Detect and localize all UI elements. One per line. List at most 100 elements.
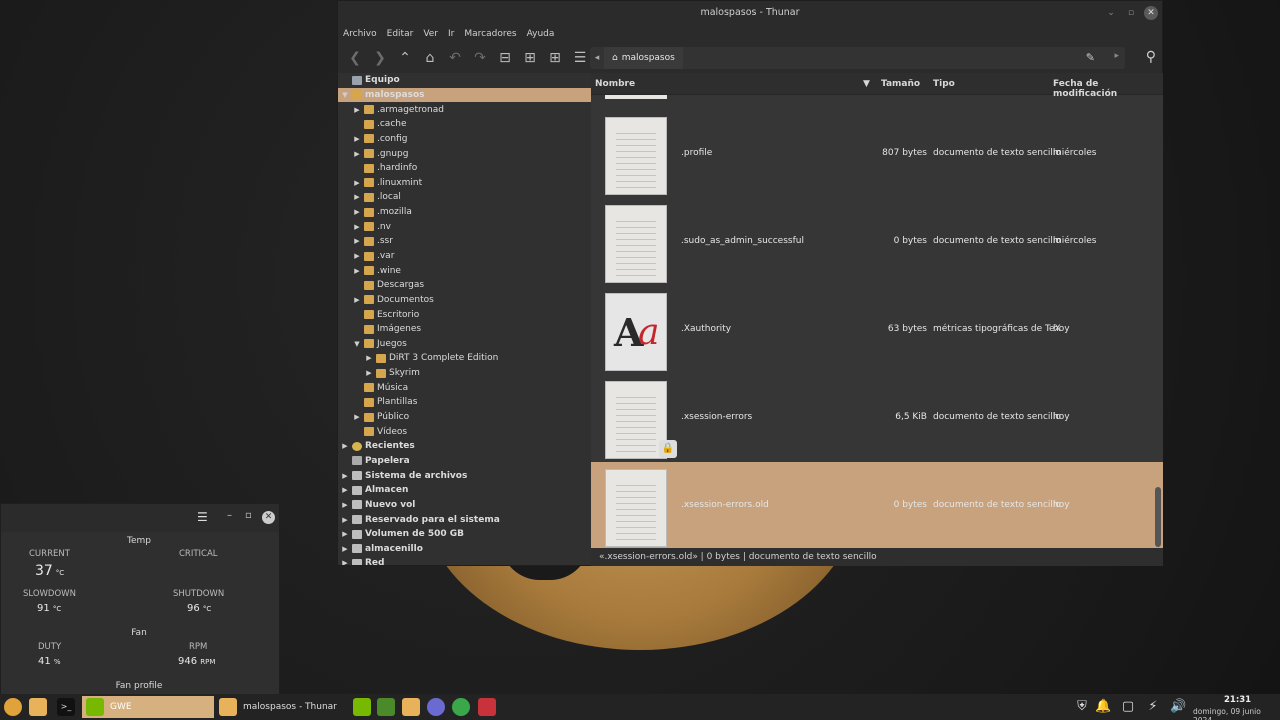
sidebar-item[interactable]: ▶ Público <box>338 410 591 425</box>
path-scroll-right[interactable]: ▸ <box>1114 51 1119 61</box>
sidebar-item[interactable]: ▶ .nv <box>338 219 591 234</box>
menu-ir[interactable]: Ir <box>448 29 454 39</box>
path-crumb-home[interactable]: ⌂ malospasos <box>604 47 683 69</box>
expander-icon[interactable]: ▶ <box>352 179 362 187</box>
search-icon[interactable]: ⚲ <box>1146 49 1156 65</box>
files-launcher[interactable] <box>29 696 47 718</box>
sidebar-item[interactable]: ▶ .mozilla <box>338 205 591 220</box>
gwe-close-button[interactable]: ✕ <box>262 511 275 524</box>
file-row[interactable]: Aa .Xauthority 63 bytes métricas tipográfic… <box>591 286 1163 374</box>
sidebar-item[interactable]: ▼ Juegos <box>338 337 591 352</box>
expander-icon[interactable]: ▶ <box>340 472 350 480</box>
expander-icon[interactable]: ▶ <box>364 354 374 362</box>
sidebar-item[interactable]: ▼ malospasos <box>338 87 591 103</box>
launcher-recorder[interactable] <box>478 696 496 718</box>
sidebar-item[interactable]: ▶ .config <box>338 132 591 147</box>
menu-editar[interactable]: Editar <box>387 29 414 39</box>
expander-icon[interactable]: ▶ <box>352 106 362 114</box>
expander-icon[interactable]: ▶ <box>340 545 350 553</box>
file-row[interactable]: .xsession-errors.old 0 bytes documento de … <box>591 462 1163 548</box>
redo-button[interactable]: ↷ <box>469 47 491 69</box>
launcher-files[interactable] <box>402 696 420 718</box>
sidebar-item[interactable]: ▶ Documentos <box>338 293 591 308</box>
icon-view-button[interactable]: ⊞ <box>544 47 566 69</box>
expander-icon[interactable]: ▶ <box>352 150 362 158</box>
sidebar-item[interactable]: ▶ .linuxmint <box>338 175 591 190</box>
clock-time[interactable]: 21:31 <box>1224 695 1251 705</box>
sidebar-item[interactable]: ▶ .armagetronad <box>338 102 591 117</box>
column-name[interactable]: Nombre <box>595 79 635 89</box>
sidebar-item[interactable]: ▶ DiRT 3 Complete Edition <box>338 351 591 366</box>
expander-icon[interactable]: ▶ <box>340 559 350 565</box>
file-row[interactable]: .sudo_as_admin_successful 0 bytes document… <box>591 198 1163 286</box>
sidebar-item[interactable]: ▶ Skyrim <box>338 366 591 381</box>
sidebar-item[interactable]: ▶ Red <box>338 556 591 565</box>
close-button[interactable]: ✕ <box>1144 6 1158 20</box>
zoom-in-button[interactable]: ⊞ <box>519 47 541 69</box>
gwe-maximize-button[interactable]: ▫ <box>245 510 252 521</box>
forward-button[interactable]: ❯ <box>369 47 391 69</box>
column-size[interactable]: Tamaño <box>881 79 920 89</box>
zoom-out-button[interactable]: ⊟ <box>494 47 516 69</box>
sidebar-item[interactable]: Descargas <box>338 278 591 293</box>
taskbar-window-thunar[interactable]: malospasos - Thunar <box>215 696 347 718</box>
back-button[interactable]: ❮ <box>344 47 366 69</box>
taskbar-window-gwe[interactable]: GWE <box>82 696 214 718</box>
sidebar-item[interactable]: ▶ .local <box>338 190 591 205</box>
expander-icon[interactable]: ▶ <box>352 135 362 143</box>
expander-icon[interactable]: ▶ <box>340 442 350 450</box>
launcher-app[interactable] <box>427 696 445 718</box>
expander-icon[interactable]: ▶ <box>352 193 362 201</box>
expander-icon[interactable]: ▶ <box>364 369 374 377</box>
sidebar-item[interactable]: ▶ Sistema de archivos <box>338 468 591 483</box>
menu-launcher[interactable] <box>4 696 22 718</box>
expander-icon[interactable]: ▶ <box>340 486 350 494</box>
sidebar-item[interactable]: Papelera <box>338 454 591 469</box>
hamburger-menu-icon[interactable]: ☰ <box>197 510 208 524</box>
menu-archivo[interactable]: Archivo <box>343 29 377 39</box>
expander-icon[interactable]: ▼ <box>352 340 362 348</box>
file-row[interactable]: .profile 807 bytes documento de texto senc… <box>591 110 1163 198</box>
volume-icon[interactable]: 🔊 <box>1170 699 1186 715</box>
sidebar-item[interactable]: Equipo <box>338 73 591 88</box>
expander-icon[interactable]: ▶ <box>340 516 350 524</box>
column-type[interactable]: Tipo <box>933 79 955 89</box>
expander-icon[interactable]: ▶ <box>352 237 362 245</box>
sidebar-item[interactable]: ▶ almacenillo <box>338 542 591 557</box>
power-icon[interactable]: ⚡ <box>1145 699 1161 715</box>
sidebar-item[interactable]: ▶ .wine <box>338 263 591 278</box>
expander-icon[interactable]: ▶ <box>340 501 350 509</box>
sidebar-item[interactable]: ▶ .ssr <box>338 234 591 249</box>
sidebar-item[interactable]: Vídeos <box>338 424 591 439</box>
up-button[interactable]: ⌃ <box>394 47 416 69</box>
sidebar-item[interactable]: ▶ Reservado para el sistema <box>338 512 591 527</box>
sidebar-item[interactable]: Escritorio <box>338 307 591 322</box>
launcher-gwe[interactable] <box>377 696 395 718</box>
sidebar-item[interactable]: ▶ Recientes <box>338 439 591 454</box>
sidebar-item[interactable]: ▶ .var <box>338 249 591 264</box>
sidebar-item[interactable]: Música <box>338 380 591 395</box>
expander-icon[interactable]: ▶ <box>352 267 362 275</box>
gwe-minimize-button[interactable]: – <box>227 510 232 521</box>
menu-ayuda[interactable]: Ayuda <box>527 29 555 39</box>
vertical-scrollbar[interactable] <box>1155 487 1161 547</box>
terminal-launcher[interactable]: >_ <box>57 696 75 718</box>
minimize-button[interactable]: ⌄ <box>1104 6 1118 20</box>
gwe-header[interactable]: ☰ – ▫ ✕ <box>1 504 279 532</box>
menu-marcadores[interactable]: Marcadores <box>464 29 516 39</box>
path-scroll-left[interactable]: ◂ <box>590 53 604 63</box>
sidebar-item[interactable]: ▶ Nuevo vol <box>338 498 591 513</box>
sidebar-item[interactable]: .hardinfo <box>338 161 591 176</box>
title-bar[interactable]: malospasos - Thunar ⌄ ▫ ✕ <box>338 1 1162 25</box>
expander-icon[interactable]: ▶ <box>352 223 362 231</box>
display-icon[interactable]: ▢ <box>1120 699 1136 715</box>
shield-icon[interactable]: ⛨ <box>1074 699 1090 715</box>
sidebar-item[interactable]: ▶ .gnupg <box>338 146 591 161</box>
expander-icon[interactable]: ▶ <box>340 530 350 538</box>
sidebar-item[interactable]: Imágenes <box>338 322 591 337</box>
clock-date[interactable]: domingo, 09 junio 2024 <box>1193 707 1280 720</box>
edit-path-icon[interactable]: ✎ <box>1086 51 1095 64</box>
launcher-game[interactable] <box>452 696 470 718</box>
sidebar-item[interactable]: .cache <box>338 117 591 132</box>
home-button[interactable]: ⌂ <box>419 47 441 69</box>
